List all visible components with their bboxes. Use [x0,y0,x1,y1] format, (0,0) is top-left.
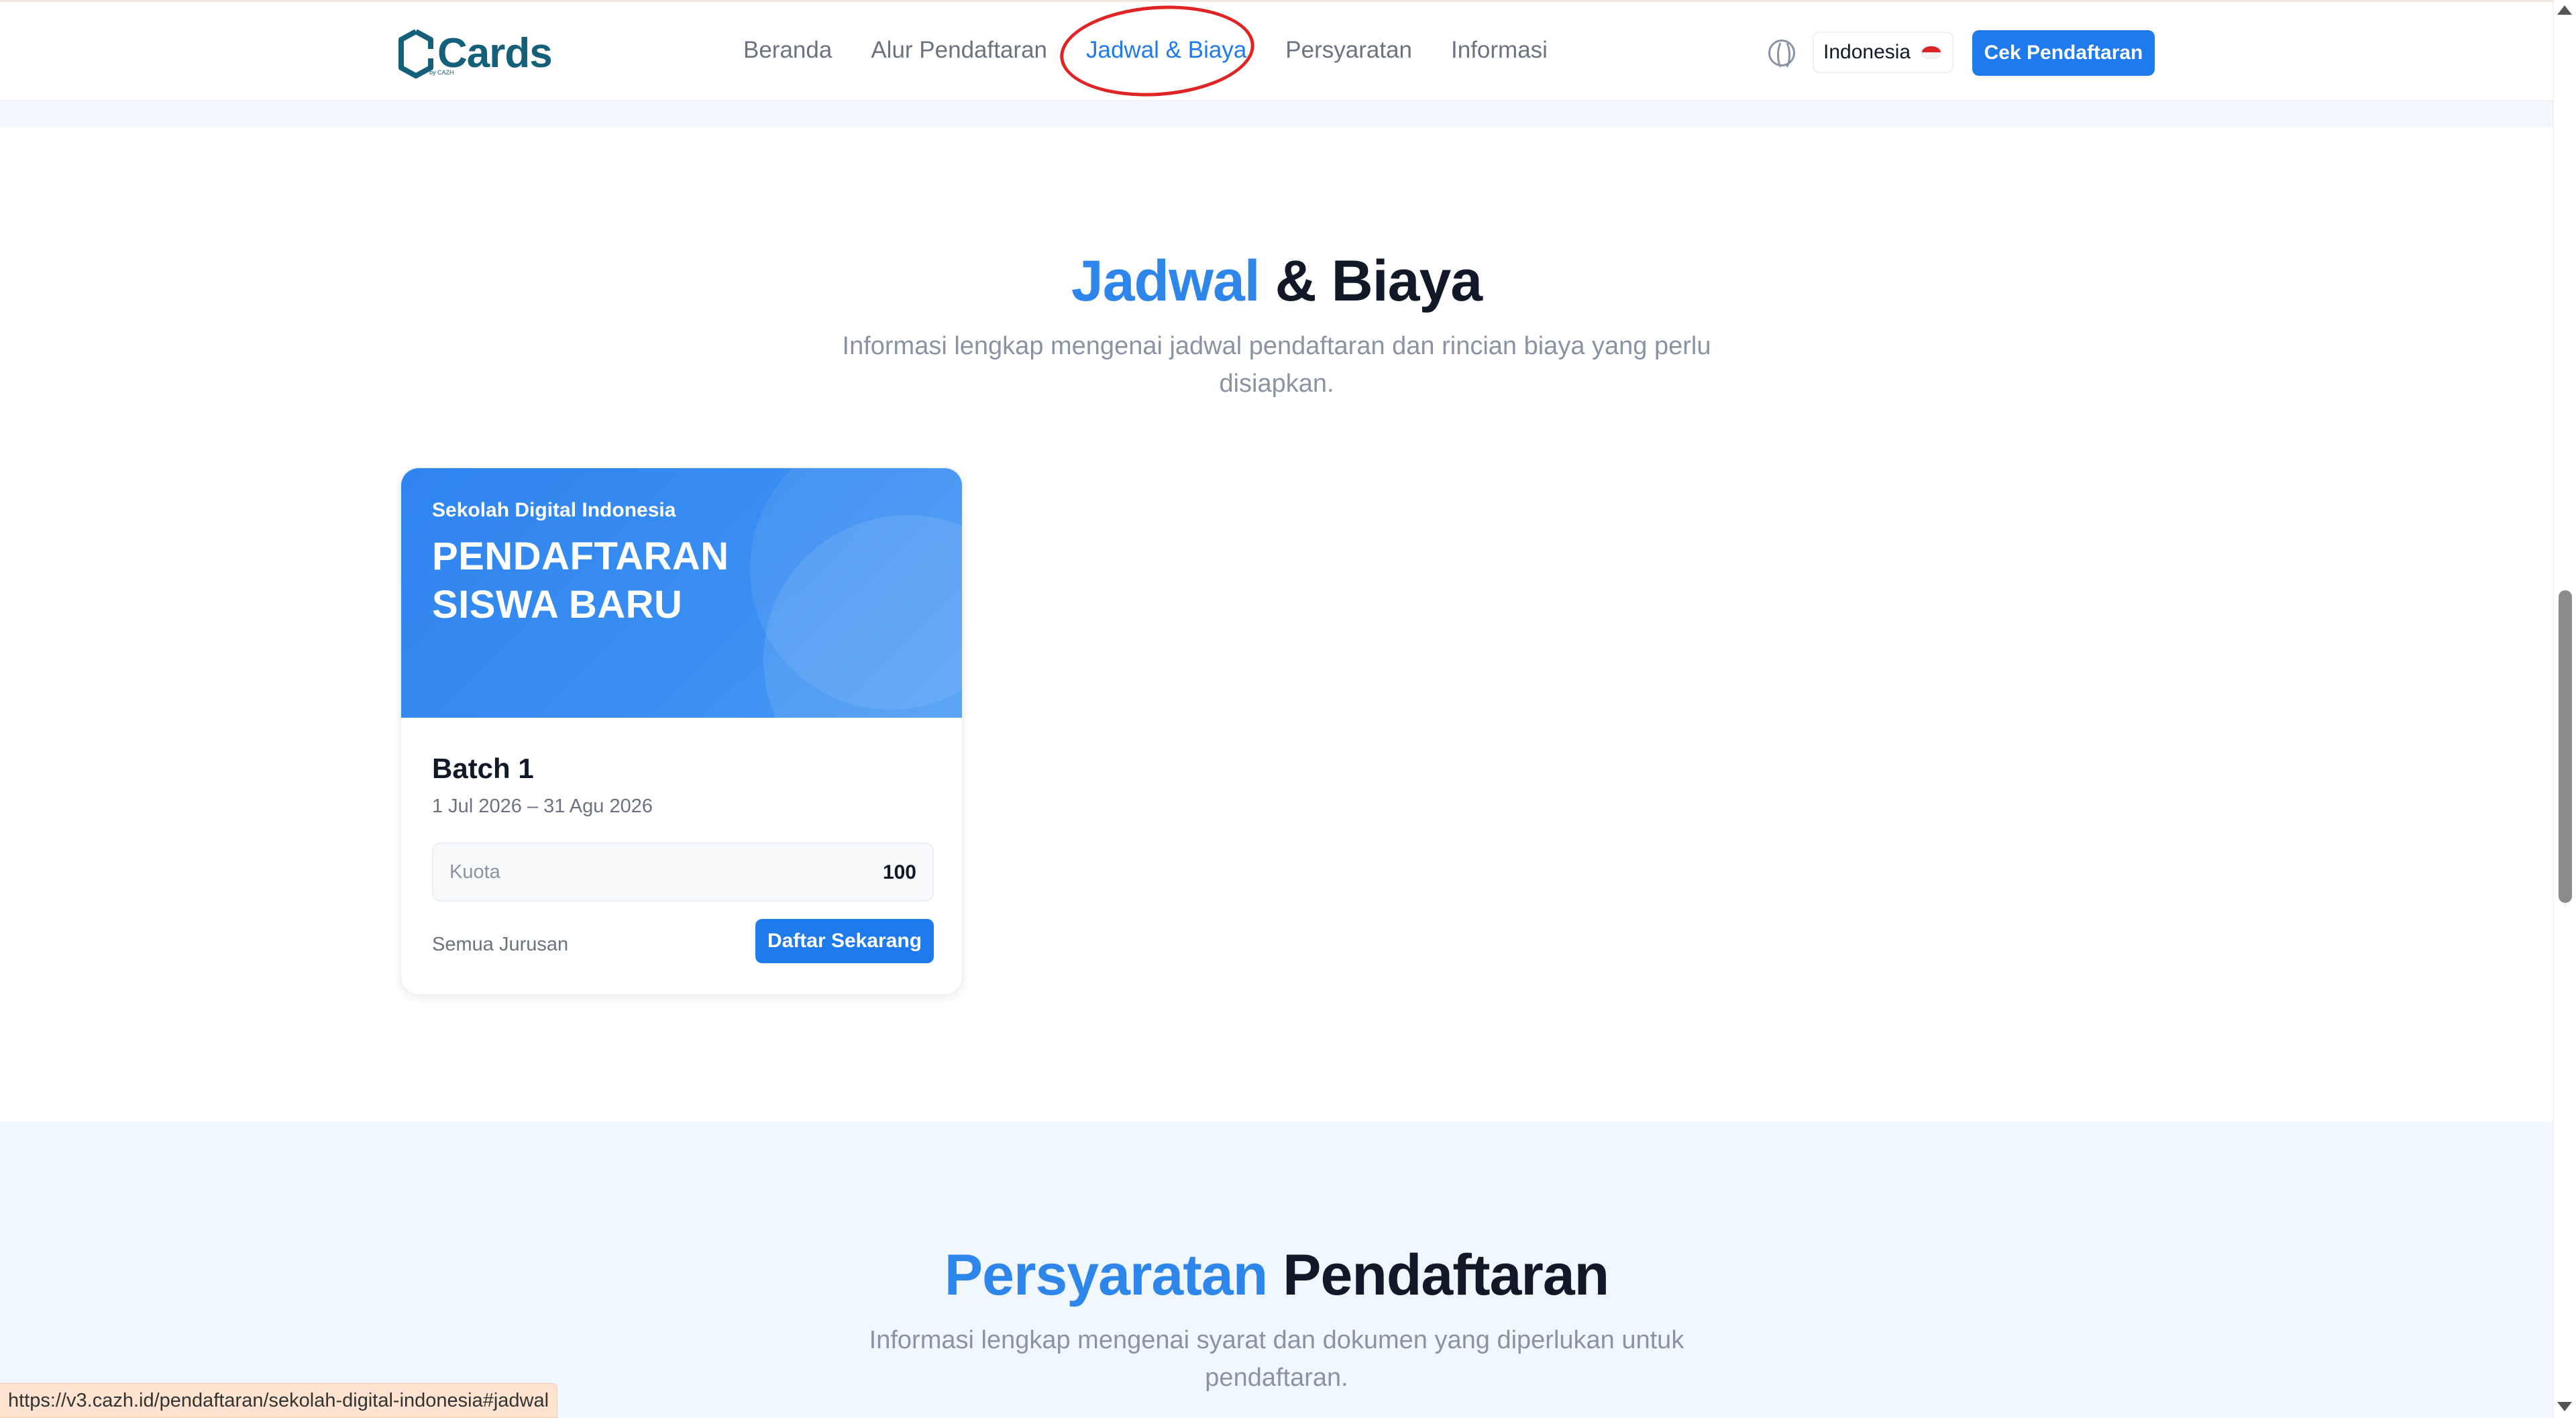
page: Cards by CAZH Beranda Alur Pendaftaran J… [0,0,2576,1418]
top-navbar: Cards by CAZH Beranda Alur Pendaftaran J… [0,0,2553,103]
status-bar-url: https://v3.cazh.id/pendaftaran/sekolah-d… [0,1383,558,1418]
batch-dates: 1 Jul 2026 – 31 Agu 2026 [432,796,653,817]
nav-item-alur-pendaftaran[interactable]: Alur Pendaftaran [871,37,1047,64]
globe-icon[interactable] [1768,40,1795,70]
language-selector[interactable]: Indonesia [1813,32,1953,73]
registration-card: Sekolah Digital Indonesia PENDAFTARAN SI… [400,467,963,995]
nav-item-persyaratan[interactable]: Persyaratan [1285,37,1412,64]
nav-item-beranda[interactable]: Beranda [743,37,832,64]
logo-text: Cards [437,30,553,76]
school-name: Sekolah Digital Indonesia [432,499,676,521]
card-hero: Sekolah Digital Indonesia PENDAFTARAN SI… [401,468,962,718]
logo[interactable]: Cards [396,28,553,80]
batch-title: Batch 1 [432,753,534,784]
requirements-title-highlight: Persyaratan [944,1243,1268,1307]
card-hero-title: PENDAFTARAN SISWA BARU [432,535,729,626]
cek-pendaftaran-button[interactable]: Cek Pendaftaran [1972,30,2155,76]
schedule-title-rest: & Biaya [1275,249,1483,313]
quota-value: 100 [882,861,916,883]
requirements-section-title: Persyaratan Pendaftaran [0,1242,2553,1309]
header-strip [0,101,2553,127]
daftar-sekarang-button[interactable]: Daftar Sekarang [755,919,934,963]
quota-box: Kuota 100 [432,842,934,902]
scroll-up-arrow-icon[interactable] [2557,5,2572,15]
schedule-title-highlight: Jadwal [1071,249,1260,313]
nav-item-informasi[interactable]: Informasi [1451,37,1548,64]
quota-label: Kuota [449,861,500,883]
requirements-title-rest: Pendaftaran [1283,1243,1609,1307]
language-label: Indonesia [1823,41,1911,63]
schedule-section-title: Jadwal & Biaya [0,248,2553,315]
scroll-down-arrow-icon[interactable] [2557,1402,2572,1411]
scrollbar-thumb[interactable] [2559,590,2572,903]
schedule-section-subtitle: Informasi lengkap mengenai jadwal pendaf… [842,332,1711,398]
indonesia-flag-icon [1921,46,1942,59]
annotation-circle [1057,0,1258,103]
requirements-section-subtitle: Informasi lengkap mengenai syarat dan do… [869,1326,1684,1392]
logo-subtext: by CAZH [429,69,454,76]
major-label: Semua Jurusan [432,934,569,955]
